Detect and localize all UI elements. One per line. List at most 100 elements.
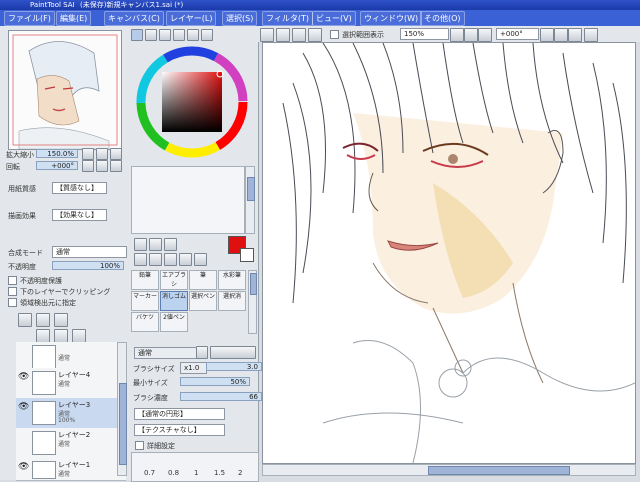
rotate-cw-icon[interactable] bbox=[554, 28, 568, 42]
clipping-checkbox[interactable] bbox=[8, 287, 17, 296]
menu-edit[interactable]: 編集(E) bbox=[56, 11, 92, 26]
flip-horizontal-icon[interactable] bbox=[584, 28, 598, 42]
secondary-color-swatch[interactable] bbox=[240, 248, 254, 262]
canvas-scroll-thumb[interactable] bbox=[428, 466, 570, 475]
layer-row[interactable]: 👁 レイヤー3 通常 100% bbox=[16, 398, 126, 429]
delete-layer-icon[interactable] bbox=[72, 329, 86, 343]
tool-watercolor[interactable]: 水彩筆 bbox=[218, 270, 246, 290]
rotate-slider[interactable]: +000° bbox=[36, 161, 78, 170]
layer-list-scrollbar[interactable] bbox=[117, 342, 127, 476]
min-size-slider[interactable]: 50% bbox=[180, 377, 250, 386]
layer-row[interactable]: レイヤー2 通常 bbox=[16, 428, 126, 459]
rotate-left-button[interactable] bbox=[82, 160, 94, 172]
visibility-eye-icon[interactable]: 👁 bbox=[18, 372, 29, 382]
detail-settings-checkbox[interactable] bbox=[135, 441, 144, 450]
tool-airbrush[interactable]: エアブラシ bbox=[160, 270, 188, 290]
swatch-scrollbar[interactable] bbox=[245, 166, 255, 234]
merge-layer-icon[interactable] bbox=[36, 329, 50, 343]
swatches-icon[interactable] bbox=[187, 29, 199, 41]
menu-view[interactable]: ビュー(V) bbox=[312, 11, 356, 26]
zoom-plus-icon[interactable] bbox=[464, 28, 478, 42]
deselect-icon[interactable] bbox=[292, 28, 306, 42]
rotate-tool-icon[interactable] bbox=[164, 253, 177, 266]
selection-source-checkbox[interactable] bbox=[8, 298, 17, 307]
size-preset[interactable]: 0.7 bbox=[144, 469, 155, 477]
redo-icon[interactable] bbox=[276, 28, 290, 42]
paper-texture-select[interactable]: 【質感なし】 bbox=[52, 182, 107, 194]
canvas-zoom-select[interactable]: 150% bbox=[400, 28, 449, 40]
tool-pencil[interactable]: 鉛筆 bbox=[131, 270, 159, 290]
canvas-horizontal-scrollbar[interactable] bbox=[262, 464, 636, 476]
brush-size-slider[interactable]: 3.0 bbox=[206, 362, 262, 371]
zoom-reset-button[interactable] bbox=[110, 148, 122, 160]
lasso-icon[interactable] bbox=[149, 238, 162, 251]
rgb-slider-icon[interactable] bbox=[145, 29, 157, 41]
undo-icon[interactable] bbox=[260, 28, 274, 42]
menu-filter[interactable]: フィルタ(T) bbox=[262, 11, 313, 26]
size-preset[interactable]: 1 bbox=[194, 469, 198, 477]
layer-row[interactable]: 👁 レイヤー4 通常 bbox=[16, 368, 126, 399]
canvas-rotation-select[interactable]: +000° bbox=[496, 28, 539, 40]
preserve-opacity-checkbox[interactable] bbox=[8, 276, 17, 285]
layer-scroll-thumb[interactable] bbox=[119, 383, 127, 465]
opacity-slider[interactable]: 100% bbox=[52, 261, 124, 270]
tool-bucket[interactable]: バケツ bbox=[131, 312, 159, 332]
zoom-minus-icon[interactable] bbox=[450, 28, 464, 42]
magic-wand-icon[interactable] bbox=[164, 238, 177, 251]
clear-layer-icon[interactable] bbox=[54, 329, 68, 343]
brush-tip-shapes[interactable] bbox=[210, 346, 256, 359]
drawing-canvas[interactable] bbox=[262, 42, 636, 464]
menu-window[interactable]: ウィンドウ(W) bbox=[360, 11, 423, 26]
brush-texture-select[interactable]: 【テクスチャなし】 bbox=[134, 424, 225, 436]
color-wheel[interactable] bbox=[134, 44, 250, 160]
rotate-reset-button[interactable] bbox=[110, 160, 122, 172]
zoom-in-button[interactable] bbox=[96, 148, 108, 160]
tool-binary-pen[interactable]: 2値ペン bbox=[160, 312, 188, 332]
new-folder-icon[interactable] bbox=[54, 313, 68, 327]
eyedropper-icon[interactable] bbox=[194, 253, 207, 266]
navigator-preview[interactable] bbox=[8, 30, 122, 150]
tool-brush[interactable]: 筆 bbox=[189, 270, 217, 290]
hand-tool-icon[interactable] bbox=[179, 253, 192, 266]
visibility-eye-icon[interactable]: 👁 bbox=[18, 402, 29, 412]
hsv-slider-icon[interactable] bbox=[159, 29, 171, 41]
brush-size-multiplier[interactable]: x1.0 bbox=[180, 362, 207, 374]
menu-canvas[interactable]: キャンバス(C) bbox=[104, 11, 164, 26]
menu-select[interactable]: 選択(S) bbox=[222, 11, 258, 26]
brush-shape-square-icon[interactable] bbox=[196, 346, 208, 359]
invert-selection-icon[interactable] bbox=[308, 28, 322, 42]
scratchpad-icon[interactable] bbox=[201, 29, 213, 41]
size-preset[interactable]: 2 bbox=[238, 469, 242, 477]
tool-scroll-thumb[interactable] bbox=[250, 273, 257, 295]
swatch-scroll-thumb[interactable] bbox=[247, 177, 255, 201]
blend-mode-select[interactable]: 通常 bbox=[52, 246, 127, 258]
brush-shape-select[interactable]: 【通常の円形】 bbox=[134, 408, 225, 420]
show-selection-checkbox[interactable] bbox=[330, 30, 339, 39]
rotate-right-button[interactable] bbox=[96, 160, 108, 172]
tool-marker[interactable]: マーカー bbox=[131, 291, 159, 311]
zoom-out-button[interactable] bbox=[82, 148, 94, 160]
new-layer-icon[interactable] bbox=[18, 313, 32, 327]
visibility-eye-icon[interactable]: 👁 bbox=[18, 462, 29, 472]
color-mixer-icon[interactable] bbox=[173, 29, 185, 41]
size-preset[interactable]: 1.5 bbox=[214, 469, 225, 477]
rotate-ccw-icon[interactable] bbox=[540, 28, 554, 42]
zoom-fit-icon[interactable] bbox=[478, 28, 492, 42]
rotation-reset-icon[interactable] bbox=[568, 28, 582, 42]
menu-file[interactable]: ファイル(F) bbox=[4, 11, 55, 26]
menu-layer[interactable]: レイヤー(L) bbox=[166, 11, 217, 26]
select-rect-icon[interactable] bbox=[134, 238, 147, 251]
layer-row[interactable]: 👁 レイヤー1 通常 bbox=[16, 458, 126, 481]
tool-select-eraser[interactable]: 選択消 bbox=[218, 291, 246, 311]
tool-select-pen[interactable]: 選択ペン bbox=[189, 291, 217, 311]
menu-other[interactable]: その他(O) bbox=[420, 11, 465, 26]
size-preset[interactable]: 0.8 bbox=[168, 469, 179, 477]
tool-eraser[interactable]: 消しゴム bbox=[160, 291, 188, 311]
color-swatch-area[interactable] bbox=[131, 166, 245, 234]
new-set-icon[interactable] bbox=[36, 313, 50, 327]
move-icon[interactable] bbox=[134, 253, 147, 266]
brush-density-slider[interactable]: 66 bbox=[180, 392, 262, 401]
zoom-slider[interactable]: 150.0% bbox=[36, 149, 78, 158]
color-wheel-mode-icon[interactable] bbox=[131, 29, 143, 41]
zoom-tool-icon[interactable] bbox=[149, 253, 162, 266]
